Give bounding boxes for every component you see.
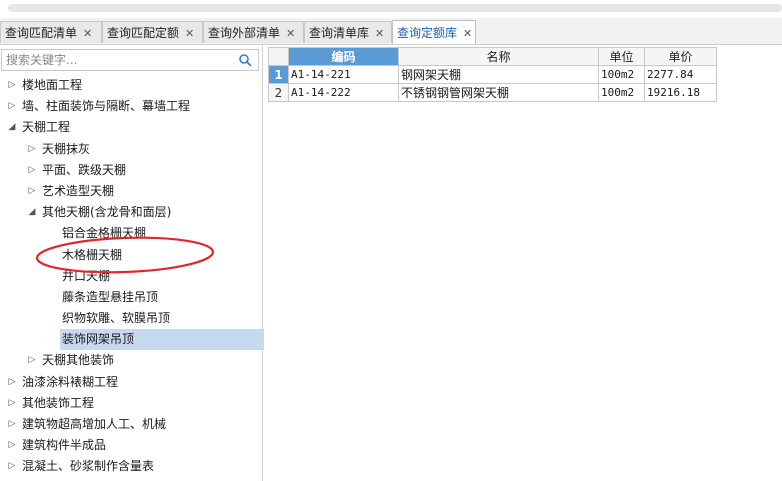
cell-code[interactable]: A1-14-221 (288, 65, 399, 84)
tree-item-label: 其他装饰工程 (22, 395, 95, 410)
tab-label: 查询定额库 (397, 26, 458, 40)
quota-grid-panel: 编码 名称 单位 单价 1 A1-14-221 钢网架天棚 100m2 2277… (264, 45, 782, 481)
tree-item-label: 艺术造型天棚 (42, 183, 115, 198)
cell-unit[interactable]: 100m2 (598, 65, 645, 84)
tree-item-ceiling[interactable]: ◢ 天棚工程 (0, 117, 262, 138)
close-icon[interactable]: ✕ (286, 23, 295, 45)
expand-arrow-icon[interactable]: ▷ (26, 350, 38, 371)
tree-item-other-decoration[interactable]: ▷ 天棚其他装饰 (0, 350, 262, 371)
tree-item-label: 混凝土、砂浆制作含量表 (22, 459, 155, 474)
tree-item-label: 木格栅天棚 (62, 247, 123, 262)
close-icon[interactable]: ✕ (185, 23, 194, 45)
row-number-header (268, 47, 289, 66)
tree-item-high-rise[interactable]: ▷ 建筑物超高增加人工、机械 (0, 414, 262, 435)
expand-arrow-icon[interactable]: ▷ (6, 435, 18, 456)
search-icon[interactable] (238, 53, 252, 67)
tree-item-paint[interactable]: ▷ 油漆涂料裱糊工程 (0, 372, 262, 393)
tree-item-semi-finished[interactable]: ▷ 建筑构件半成品 (0, 435, 262, 456)
tab-query-external-list[interactable]: 查询外部清单 ✕ (203, 21, 304, 43)
tree-item-label: 油漆涂料裱糊工程 (22, 374, 119, 389)
expand-arrow-icon[interactable]: ▷ (6, 456, 18, 477)
column-header-code[interactable]: 编码 (288, 47, 399, 66)
tab-label: 查询清单库 (309, 26, 370, 40)
tree-item-label: 楼地面工程 (22, 78, 83, 92)
tree-item-rattan-ceiling[interactable]: 藤条造型悬挂吊顶 (0, 287, 262, 308)
close-icon[interactable]: ✕ (375, 23, 384, 45)
tree-item-wood-grille[interactable]: 木格栅天棚 (0, 245, 262, 266)
table-row[interactable]: 2 A1-14-222 不锈钢钢管网架天棚 100m2 19216.18 (268, 83, 717, 102)
tree-item-label: 天棚工程 (22, 120, 71, 135)
tree-item-label: 装饰网架吊顶 (60, 329, 264, 351)
tree-item-label: 织物软雕、软膜吊顶 (62, 311, 171, 326)
tab-query-quota-library[interactable]: 查询定额库 ✕ (392, 20, 476, 44)
tree-item-label: 其他天棚(含龙骨和面层) (42, 205, 172, 220)
tab-bar: 查询匹配清单 ✕ 查询匹配定额 ✕ 查询外部清单 ✕ 查询清单库 ✕ 查询定额库 ✕ (0, 18, 782, 45)
tab-query-list-library[interactable]: 查询清单库 ✕ (304, 21, 392, 43)
tree-item-label: 建筑物超高增加人工、机械 (22, 417, 167, 431)
tree-item-label: 墙、柱面装饰与隔断、幕墙工程 (22, 99, 191, 114)
cell-price[interactable]: 2277.84 (644, 65, 717, 84)
tab-label: 查询外部清单 (208, 26, 281, 40)
top-scrollbar-area (0, 0, 782, 18)
column-header-unit[interactable]: 单位 (598, 47, 645, 66)
tab-query-match-quota[interactable]: 查询匹配定额 ✕ (102, 21, 203, 43)
tree-item-label: 平面、跌级天棚 (42, 162, 127, 177)
tree-item-label: 井口天棚 (62, 268, 111, 283)
column-header-price[interactable]: 单价 (644, 47, 717, 66)
table-header-row: 编码 名称 单位 单价 (268, 47, 717, 66)
cell-price[interactable]: 19216.18 (644, 83, 717, 102)
table-row[interactable]: 1 A1-14-221 钢网架天棚 100m2 2277.84 (268, 65, 717, 84)
expand-arrow-icon[interactable]: ▷ (26, 181, 38, 202)
tab-query-match-list[interactable]: 查询匹配清单 ✕ (0, 21, 102, 43)
expand-arrow-icon[interactable]: ▷ (6, 393, 18, 414)
tree-item-floor[interactable]: ▷ 楼地面工程 (0, 75, 262, 96)
tree-item-fabric-ceiling[interactable]: 织物软雕、软膜吊顶 (0, 308, 262, 329)
row-number: 1 (268, 65, 289, 84)
tree-item-coffer-ceiling[interactable]: 井口天棚 (0, 266, 262, 287)
search-box (1, 49, 259, 71)
close-icon[interactable]: ✕ (463, 22, 472, 46)
tree-item-label: 藤条造型悬挂吊顶 (62, 289, 159, 304)
horizontal-scrollbar[interactable] (8, 4, 782, 12)
cell-name[interactable]: 不锈钢钢管网架天棚 (398, 83, 599, 102)
collapse-arrow-icon[interactable]: ◢ (26, 202, 38, 223)
expand-arrow-icon[interactable]: ▷ (26, 160, 38, 181)
expand-arrow-icon[interactable]: ▷ (6, 372, 18, 393)
tree-item-flat-ceiling[interactable]: ▷ 平面、跌级天棚 (0, 160, 262, 181)
category-tree: ▷ 楼地面工程 ▷ 墙、柱面装饰与隔断、幕墙工程 ◢ 天棚工程 ▷ 天棚抹灰 ▷ 平面、跌… (0, 75, 264, 478)
tab-label: 查询匹配定额 (107, 26, 180, 40)
quota-table: 编码 名称 单位 单价 1 A1-14-221 钢网架天棚 100m2 2277… (268, 47, 717, 102)
expand-arrow-icon[interactable]: ▷ (6, 414, 18, 435)
expand-arrow-icon[interactable]: ▷ (6, 75, 18, 96)
tree-item-ceiling-plaster[interactable]: ▷ 天棚抹灰 (0, 139, 262, 160)
tree-item-label: 铝合金格栅天棚 (62, 226, 147, 241)
cell-code[interactable]: A1-14-222 (288, 83, 399, 102)
tree-panel: ▷ 楼地面工程 ▷ 墙、柱面装饰与隔断、幕墙工程 ◢ 天棚工程 ▷ 天棚抹灰 ▷ 平面、跌… (0, 45, 264, 481)
expand-arrow-icon[interactable]: ▷ (26, 139, 38, 160)
collapse-arrow-icon[interactable]: ◢ (6, 117, 18, 138)
tree-item-aluminum-grille[interactable]: 铝合金格栅天棚 (0, 223, 262, 244)
tree-item-label: 天棚抹灰 (42, 141, 91, 156)
tab-label: 查询匹配清单 (5, 26, 78, 40)
tree-item-other-decor-work[interactable]: ▷ 其他装饰工程 (0, 393, 262, 414)
tree-item-concrete-mortar[interactable]: ▷ 混凝土、砂浆制作含量表 (0, 456, 262, 477)
cell-unit[interactable]: 100m2 (598, 83, 645, 102)
row-number: 2 (268, 83, 289, 102)
tree-item-label: 天棚其他装饰 (42, 353, 115, 368)
search-input[interactable] (4, 51, 236, 69)
tree-item-grid-frame-ceiling[interactable]: 装饰网架吊顶 (0, 329, 264, 351)
tree-item-art-ceiling[interactable]: ▷ 艺术造型天棚 (0, 181, 262, 202)
cell-name[interactable]: 钢网架天棚 (398, 65, 599, 84)
column-header-name[interactable]: 名称 (398, 47, 599, 66)
tree-item-wall[interactable]: ▷ 墙、柱面装饰与隔断、幕墙工程 (0, 96, 262, 117)
tree-item-other-ceiling[interactable]: ◢ 其他天棚(含龙骨和面层) (0, 202, 262, 223)
expand-arrow-icon[interactable]: ▷ (6, 96, 18, 117)
close-icon[interactable]: ✕ (83, 23, 92, 45)
tree-item-label: 建筑构件半成品 (22, 438, 107, 453)
